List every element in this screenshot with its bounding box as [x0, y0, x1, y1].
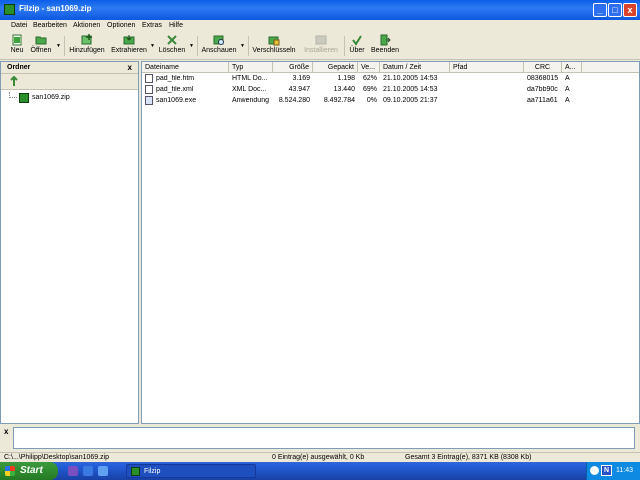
extract-icon — [123, 35, 135, 45]
encrypt-icon — [268, 36, 280, 46]
toolbar-separator — [344, 36, 345, 56]
column-header-path[interactable]: Pfad — [450, 62, 524, 73]
file-list: Dateiname Typ Größe Gepackt Ve... Datum … — [141, 61, 640, 424]
folder-panel: Ordner x san1069.zip — [0, 61, 139, 424]
menu-hilfe[interactable]: Hilfe — [169, 22, 183, 29]
encrypt-button[interactable]: Verschlüsseln — [252, 34, 296, 58]
menu-optionen[interactable]: Optionen — [107, 22, 135, 29]
toolbar: Neu Öffnen ▼ Hinzufügen Extrahieren ▼ Lö… — [0, 32, 640, 60]
maximize-button[interactable]: □ — [608, 3, 622, 17]
column-header-attr[interactable]: A... — [562, 62, 582, 73]
column-header-size[interactable]: Größe — [273, 62, 313, 73]
log-panel-close-button[interactable]: x — [4, 427, 8, 436]
status-bar: C:\...\Philipp\Desktop\san1069.zip 0 Ein… — [0, 452, 640, 462]
open-dropdown-arrow-icon[interactable]: ▼ — [56, 43, 61, 49]
install-button[interactable]: Installieren — [302, 34, 340, 58]
status-total: Gesamt 3 Eintrag(e), 8371 KB (8308 Kb) — [405, 454, 532, 461]
table-row[interactable]: san1069.exe Anwendung 8.524.280 8.492.78… — [142, 96, 639, 106]
exe-file-icon — [145, 96, 153, 105]
column-header-type[interactable]: Typ — [229, 62, 273, 73]
view-icon — [213, 35, 224, 45]
html-file-icon — [145, 74, 153, 83]
status-archive-path: C:\...\Philipp\Desktop\san1069.zip — [4, 454, 110, 461]
delete-icon — [167, 35, 177, 45]
system-tray: N 11:43 — [586, 462, 640, 480]
exit-button[interactable]: Beenden — [370, 34, 400, 58]
windows-logo-icon — [5, 466, 15, 476]
menu-bar: Datei Bearbeiten Aktionen Optionen Extra… — [0, 20, 640, 32]
xml-file-icon — [145, 85, 153, 94]
toolbar-separator — [197, 36, 198, 56]
filzip-app-icon — [131, 467, 140, 476]
new-icon — [12, 34, 22, 46]
open-folder-icon — [35, 36, 47, 45]
menu-aktionen[interactable]: Aktionen — [73, 22, 100, 29]
menu-extras[interactable]: Extras — [142, 22, 162, 29]
column-header-crc[interactable]: CRC — [524, 62, 562, 73]
folder-panel-toolbar — [1, 74, 138, 90]
tray-clock[interactable]: 11:43 — [616, 467, 633, 474]
add-button[interactable]: Hinzufügen — [68, 34, 106, 58]
folder-panel-header: Ordner x — [1, 62, 138, 74]
extract-button[interactable]: Extrahieren — [110, 34, 148, 58]
start-button[interactable]: Start — [0, 462, 58, 480]
menu-datei[interactable]: Datei — [11, 22, 27, 29]
column-header-filename[interactable]: Dateiname — [142, 62, 229, 73]
view-dropdown-arrow-icon[interactable]: ▼ — [240, 43, 245, 49]
column-header-date[interactable]: Datum / Zeit — [380, 62, 450, 73]
quicklaunch-desktop-icon[interactable] — [83, 466, 93, 476]
status-selected: 0 Eintrag(e) ausgewählt, 0 Kb — [272, 454, 365, 461]
delete-dropdown-arrow-icon[interactable]: ▼ — [189, 43, 194, 49]
close-button[interactable]: x — [623, 3, 637, 17]
open-button[interactable]: Öffnen — [29, 34, 53, 58]
taskbar: Start Filzip N 11:43 — [0, 462, 640, 480]
menu-bearbeiten[interactable]: Bearbeiten — [33, 22, 67, 29]
quicklaunch-media-icon[interactable] — [68, 466, 78, 476]
install-icon — [315, 35, 327, 45]
file-list-header: Dateiname Typ Größe Gepackt Ve... Datum … — [142, 62, 639, 73]
minimize-button[interactable]: _ — [593, 3, 607, 17]
filzip-window: Filzip - san1069.zip _ □ x Datei Bearbei… — [0, 0, 640, 462]
tray-language-icon[interactable]: N — [601, 465, 612, 476]
log-panel: x — [0, 425, 640, 452]
folder-panel-close-button[interactable]: x — [128, 63, 132, 72]
folder-panel-title: Ordner — [7, 64, 31, 71]
column-header-packed[interactable]: Gepackt — [313, 62, 358, 73]
table-row[interactable]: pad_file.htm HTML Do... 3.169 1.198 62% … — [142, 74, 639, 84]
exit-icon — [380, 34, 391, 46]
toolbar-separator — [248, 36, 249, 56]
table-row[interactable]: pad_file.xml XML Doc... 43.947 13.440 69… — [142, 85, 639, 95]
extract-dropdown-arrow-icon[interactable]: ▼ — [150, 43, 155, 49]
toolbar-separator — [64, 36, 65, 56]
add-icon — [81, 34, 92, 45]
zip-archive-icon — [19, 93, 29, 103]
about-icon — [352, 35, 362, 46]
tray-network-icon[interactable] — [590, 466, 599, 475]
tree-connector — [9, 92, 17, 98]
title-bar[interactable]: Filzip - san1069.zip _ □ x — [0, 0, 640, 20]
new-button[interactable]: Neu — [7, 34, 27, 58]
view-button[interactable]: Anschauen — [201, 34, 237, 58]
column-header-ratio[interactable]: Ve... — [358, 62, 380, 73]
filzip-app-icon[interactable] — [4, 4, 15, 15]
about-button[interactable]: Über — [348, 34, 366, 58]
quicklaunch-browser-icon[interactable] — [98, 466, 108, 476]
taskbar-item-filzip[interactable]: Filzip — [126, 464, 256, 478]
window-title: Filzip - san1069.zip — [19, 4, 92, 13]
delete-button[interactable]: Löschen — [158, 34, 186, 58]
log-output[interactable] — [13, 427, 635, 449]
folder-up-icon[interactable] — [9, 76, 19, 87]
